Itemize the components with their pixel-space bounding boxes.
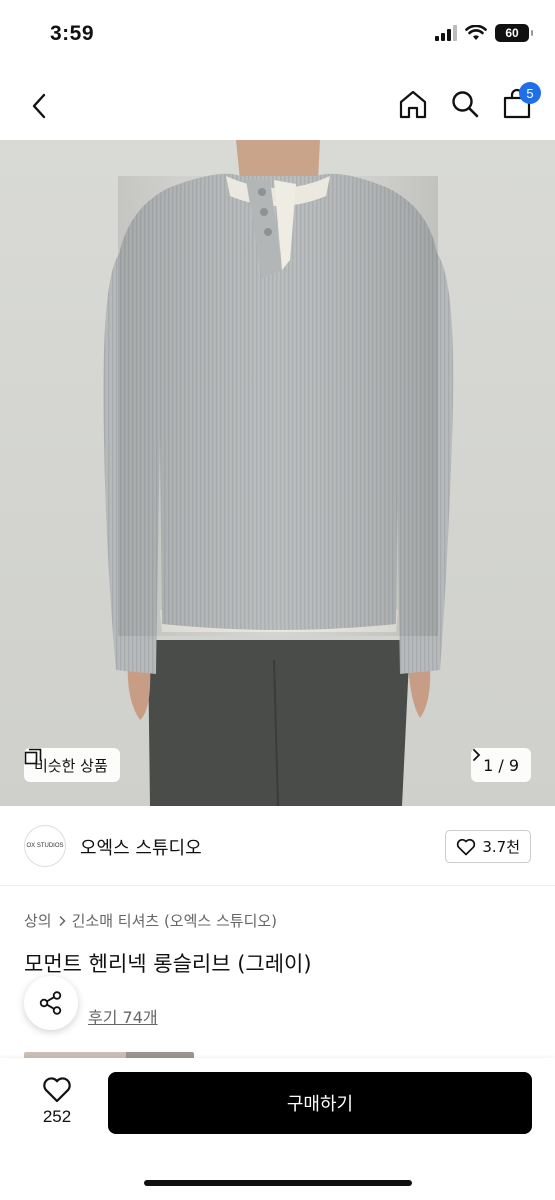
home-icon [399,90,427,119]
chevron-right-icon [59,915,66,926]
back-button[interactable] [22,88,58,124]
brand-like-count: 3.7천 [482,838,520,856]
wishlist-button[interactable]: 252 [24,1076,90,1136]
home-button[interactable] [395,86,431,122]
home-indicator [144,1180,412,1186]
breadcrumb: 상의 긴소매 티셔츠 (오엑스 스튜디오) [24,910,277,931]
brand-like-button[interactable]: 3.7천 [445,830,531,863]
brand-logo[interactable]: OX STUDIOS [24,825,66,867]
similar-products-button[interactable]: 비슷한 상품 [24,748,120,782]
similar-products-label: 비슷한 상품 [34,756,108,775]
cart-button[interactable]: 5 [499,82,541,122]
battery-level: 60 [505,26,519,40]
brand-name[interactable]: 오엑스 스튜디오 [80,834,202,860]
status-bar: 3:59 60 [0,0,555,70]
brand-row[interactable]: OX STUDIOS 오엑스 스튜디오 3.7천 [0,806,555,886]
page-indicator: 1 / 9 [483,755,519,775]
share-icon [39,991,62,1015]
status-time: 3:59 [50,22,95,45]
search-button[interactable] [447,86,483,122]
status-icons: 60 [435,24,533,42]
image-page-counter[interactable]: 1 / 9 [471,748,531,782]
search-icon [452,91,479,118]
wifi-icon [465,25,487,40]
review-link[interactable]: 후기 74개 [88,1004,158,1028]
product-image-gallery[interactable]: 비슷한 상품 1 / 9 [0,140,555,806]
buy-button[interactable]: 구매하기 [108,1072,532,1134]
brand-logo-text: OX STUDIOS [26,843,64,849]
breadcrumb-subcategory[interactable]: 긴소매 티셔츠 (오엑스 스튜디오) [72,910,277,931]
product-title: 모먼트 헨리넥 롱슬리브 (그레이) [24,952,312,976]
breadcrumb-category[interactable]: 상의 [24,910,52,931]
share-button[interactable] [24,976,78,1030]
cart-count-badge: 5 [519,82,541,104]
wishlist-count: 252 [42,1107,72,1126]
bottom-action-bar: 252 구매하기 [0,1058,555,1200]
product-photo [0,140,555,806]
heart-outline-icon [457,838,476,855]
signal-icon [435,25,457,41]
nav-bar: 5 [0,70,555,140]
chevron-right-icon [473,749,481,761]
nav-actions: 5 [395,82,541,122]
back-chevron-icon [32,93,46,119]
copy-icon [24,748,42,765]
heart-outline-icon [43,1077,71,1103]
battery-icon: 60 [495,24,533,42]
